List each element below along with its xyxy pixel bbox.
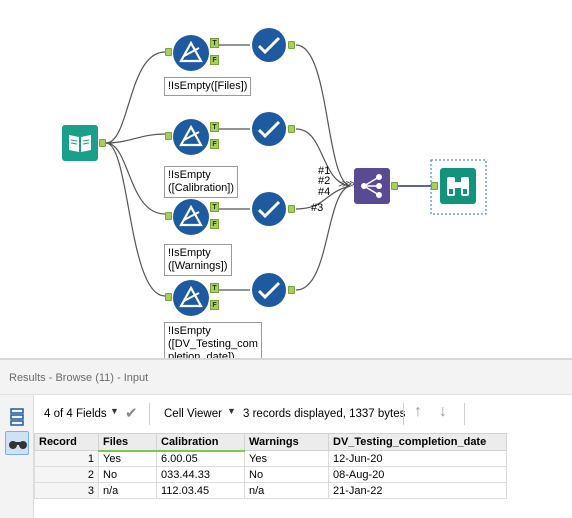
filter-input-anchor[interactable] xyxy=(165,293,172,301)
column-header-record[interactable]: Record xyxy=(34,433,99,451)
union-icon xyxy=(361,174,382,198)
table-view-icon[interactable] xyxy=(5,405,29,429)
union-tool[interactable] xyxy=(354,168,390,204)
filter-annotation-3: !IsEmpty ([Warnings]) xyxy=(164,244,232,276)
completion-date-cell[interactable]: 21-Jan-22 xyxy=(328,482,507,499)
completion-date-cell[interactable]: 12-Jun-20 xyxy=(328,450,507,467)
records-summary: 3 records displayed, 1337 bytes xyxy=(243,408,406,420)
results-toolbar: 4 of 4 Fields ▼ ✔ Cell Viewer ▼ 3 record… xyxy=(34,395,572,433)
checkmark-icon xyxy=(252,192,286,226)
test-output-anchor[interactable] xyxy=(288,286,295,294)
browse-input-anchor[interactable] xyxy=(431,182,438,190)
cell-viewer-selector[interactable]: Cell Viewer xyxy=(164,408,222,420)
column-header-completion-date[interactable]: DV_Testing_completion_date xyxy=(328,433,507,451)
union-input-arrow-icon: ≫≫ xyxy=(338,179,356,190)
results-body: 4 of 4 Fields ▼ ✔ Cell Viewer ▼ 3 record… xyxy=(0,394,572,518)
column-header-warnings[interactable]: Warnings xyxy=(244,433,329,451)
record-cell[interactable]: 3 xyxy=(34,482,99,499)
fields-selector[interactable]: 4 of 4 Fields xyxy=(44,408,107,420)
connection-lines xyxy=(105,44,487,297)
table-row[interactable]: 3 n/a 112.03.45 n/a 21-Jan-22 xyxy=(34,482,507,499)
results-title: Results - Browse (11) - Input xyxy=(9,372,149,384)
toolbar-divider xyxy=(403,403,404,425)
checkmark-icon xyxy=(252,28,286,62)
results-panel: Results - Browse (11) - Input 4 of 4 Fie… xyxy=(0,358,572,518)
toolbar-divider xyxy=(464,403,465,425)
test-output-anchor[interactable] xyxy=(288,41,295,49)
files-cell[interactable]: Yes xyxy=(98,450,157,467)
record-cell[interactable]: 1 xyxy=(34,450,99,467)
results-table: Record Files Calibration Warnings DV_Tes… xyxy=(34,433,507,499)
files-cell[interactable]: No xyxy=(98,466,157,483)
record-cell[interactable]: 2 xyxy=(34,466,99,483)
warnings-cell[interactable]: Yes xyxy=(244,450,329,467)
cell-viewer-dropdown-icon[interactable]: ▼ xyxy=(227,406,236,416)
calibration-cell[interactable]: 033.44.33 xyxy=(156,466,245,483)
binoculars-icon xyxy=(447,177,469,196)
table-header-row: Record Files Calibration Warnings DV_Tes… xyxy=(34,433,507,452)
filter-input-anchor[interactable] xyxy=(165,212,172,220)
filter-input-anchor[interactable] xyxy=(165,48,172,56)
toolbar-divider xyxy=(149,403,150,425)
checkmark-icon xyxy=(252,112,286,146)
filter-annotation-2: !IsEmpty ([Calibration]) xyxy=(164,166,239,198)
filter-false-anchor[interactable]: F xyxy=(210,139,219,149)
workflow-canvas[interactable]: T F !IsEmpty([Files]) T F !IsEmpty ([Cal… xyxy=(0,0,572,358)
connection-label-3: #4 xyxy=(318,186,331,198)
filter-true-anchor[interactable]: T xyxy=(210,202,219,212)
binoculars-icon[interactable] xyxy=(5,431,29,455)
arrow-down-icon[interactable]: ↓ xyxy=(439,403,447,421)
checkmark-icon[interactable]: ✔ xyxy=(125,404,138,422)
checkmark-icon xyxy=(252,273,286,307)
filter-triangle-icon xyxy=(173,280,209,316)
connection-label-4: #3 xyxy=(311,202,324,214)
filter-false-anchor[interactable]: F xyxy=(210,55,219,65)
column-header-files[interactable]: Files xyxy=(98,433,157,452)
test-output-anchor[interactable] xyxy=(288,125,295,133)
completion-date-cell[interactable]: 08-Aug-20 xyxy=(328,466,507,483)
filter-input-anchor[interactable] xyxy=(165,132,172,140)
book-icon xyxy=(69,135,91,152)
calibration-cell[interactable]: 112.03.45 xyxy=(156,482,245,499)
calibration-cell[interactable]: 6.00.05 xyxy=(156,450,245,467)
table-row[interactable]: 2 No 033.44.33 No 08-Aug-20 xyxy=(34,466,507,483)
filter-true-anchor[interactable]: T xyxy=(210,122,219,132)
filter-true-anchor[interactable]: T xyxy=(210,283,219,293)
test-output-anchor[interactable] xyxy=(288,205,295,213)
filter-triangle-icon xyxy=(173,119,209,155)
input-tool[interactable] xyxy=(62,125,98,161)
filter-triangle-icon xyxy=(173,199,209,235)
union-output-anchor[interactable] xyxy=(391,182,398,190)
filter-annotation-4: !IsEmpty ([DV_Testing_com pletion_date]) xyxy=(164,322,262,358)
filter-true-anchor[interactable]: T xyxy=(210,38,219,48)
filter-triangle-icon xyxy=(173,35,209,71)
input-output-anchor[interactable] xyxy=(99,139,106,147)
results-sidebar xyxy=(0,395,34,518)
filter-false-anchor[interactable]: F xyxy=(210,219,219,229)
warnings-cell[interactable]: n/a xyxy=(244,482,329,499)
filter-annotation-1: !IsEmpty([Files]) xyxy=(164,77,252,96)
fields-dropdown-icon[interactable]: ▼ xyxy=(110,406,119,416)
filter-false-anchor[interactable]: F xyxy=(210,300,219,310)
files-cell[interactable]: n/a xyxy=(98,482,157,499)
warnings-cell[interactable]: No xyxy=(244,466,329,483)
column-header-calibration[interactable]: Calibration xyxy=(156,433,245,452)
arrow-up-icon[interactable]: ↑ xyxy=(414,403,422,421)
browse-tool[interactable] xyxy=(440,168,476,204)
table-row[interactable]: 1 Yes 6.00.05 Yes 12-Jun-20 xyxy=(34,450,507,467)
